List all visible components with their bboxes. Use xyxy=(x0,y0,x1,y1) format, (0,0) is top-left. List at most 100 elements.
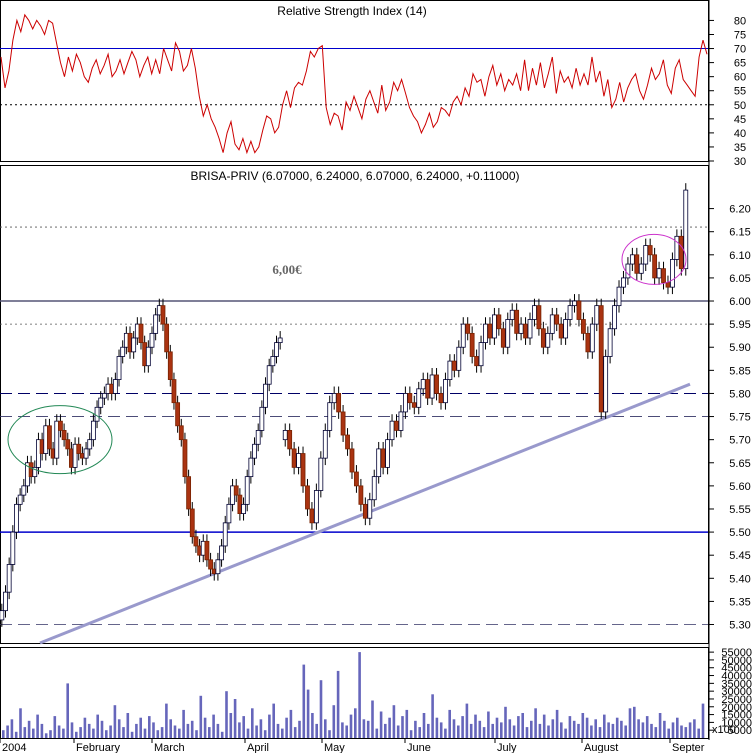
candle-b-body-14 xyxy=(345,434,350,450)
volume-bar-103 xyxy=(444,728,447,738)
volume-bar-156 xyxy=(671,722,675,738)
candle-a-body-31 xyxy=(112,379,118,394)
candle-b-body-48 xyxy=(496,314,502,330)
candle-b-body-76 xyxy=(621,277,626,288)
volume-bar-134 xyxy=(577,723,580,738)
candle-a-body-69 xyxy=(252,443,257,459)
volume-bar-63 xyxy=(272,703,275,738)
volume-bar-16 xyxy=(70,722,74,738)
price-tick-label-4: 5.50 xyxy=(729,527,750,539)
volume-bar-0 xyxy=(2,730,5,738)
rsi-tick-label-9: 75 xyxy=(734,29,746,41)
candle-a-body-62 xyxy=(226,503,232,524)
candle-a-body-61 xyxy=(222,522,228,547)
volume-bar-159 xyxy=(684,727,688,738)
volume-bar-12 xyxy=(53,716,57,738)
candle-b-body-36 xyxy=(443,379,448,404)
volume-bar-70 xyxy=(302,664,306,738)
candle-b-body-5 xyxy=(305,485,310,510)
rsi-tick-label-7: 65 xyxy=(734,58,746,70)
volume-bar-80 xyxy=(345,725,348,738)
volume-bar-82 xyxy=(354,708,357,738)
volume-bar-4 xyxy=(19,708,22,738)
price-tick-label-14: 6.00 xyxy=(729,296,750,308)
candle-b-body-29 xyxy=(411,402,417,408)
price-tick-label-6: 5.60 xyxy=(729,481,750,493)
volume-bar-95 xyxy=(409,730,413,738)
volume-bar-83 xyxy=(358,652,361,738)
candle-a-body-2 xyxy=(6,564,12,593)
candle-a-body-64 xyxy=(233,485,239,496)
volume-bar-48 xyxy=(208,727,211,738)
volume-bar-11 xyxy=(49,730,52,738)
candle-a-body-66 xyxy=(241,503,246,515)
rsi-tick-label-10: 80 xyxy=(734,15,746,27)
rsi-tick-label-6: 60 xyxy=(734,72,746,84)
candle-b-body-16 xyxy=(354,471,359,487)
volume-bar-93 xyxy=(401,716,404,738)
candle-a-body-76 xyxy=(277,337,283,344)
candle-b-body-27 xyxy=(402,393,408,413)
volume-bar-128 xyxy=(551,719,555,738)
volume-bar-122 xyxy=(525,727,529,738)
volume-bar-130 xyxy=(560,722,563,738)
candle-a-body-70 xyxy=(255,430,261,445)
volume-bar-161 xyxy=(693,719,696,738)
volume-bar-146 xyxy=(628,708,632,738)
volume-bar-109 xyxy=(469,723,473,738)
price-tick-label-18: 6.20 xyxy=(729,204,750,216)
candle-b-body-19 xyxy=(367,499,373,519)
volume-bar-123 xyxy=(530,720,533,738)
candle-b-body-8 xyxy=(318,457,324,491)
candle-b-body-22 xyxy=(380,448,386,468)
candle-a-body-24 xyxy=(87,439,93,450)
volume-bar-85 xyxy=(366,720,370,738)
volume-bar-148 xyxy=(637,719,640,738)
price-tick-label-10: 5.80 xyxy=(729,388,750,400)
volume-bar-71 xyxy=(306,689,310,738)
volume-bar-65 xyxy=(281,728,284,738)
volume-bar-114 xyxy=(491,723,494,738)
candle-b-body-15 xyxy=(349,448,355,473)
volume-bar-100 xyxy=(431,694,434,738)
candle-a-body-46 xyxy=(167,351,173,380)
volume-bar-108 xyxy=(465,703,469,738)
volume-bar-46 xyxy=(199,695,203,738)
candle-a-body-68 xyxy=(248,457,254,478)
candle-b-body-40 xyxy=(460,323,466,348)
volume-bar-145 xyxy=(624,725,627,738)
volume-bar-153 xyxy=(658,713,662,738)
volume-bar-104 xyxy=(448,709,451,738)
volume-bar-43 xyxy=(186,723,190,738)
volume-bar-113 xyxy=(487,711,490,738)
volume-bar-15 xyxy=(66,683,69,738)
volume-bar-150 xyxy=(645,716,649,738)
candle-a-body-6 xyxy=(21,485,27,496)
volume-bar-79 xyxy=(341,722,344,738)
candle-b-body-89 xyxy=(678,235,684,270)
rsi-tick-label-8: 70 xyxy=(734,44,746,56)
candle-b-body-44 xyxy=(478,342,484,367)
volume-bar-76 xyxy=(328,730,331,738)
candle-a-body-57 xyxy=(208,559,213,570)
candle-a-body-21 xyxy=(76,443,82,454)
candle-b-body-38 xyxy=(451,360,457,371)
volume-bar-125 xyxy=(538,723,542,738)
volume-bar-39 xyxy=(169,719,172,738)
volume-bar-52 xyxy=(225,691,228,738)
candle-b-body-69 xyxy=(589,323,595,353)
volume-bar-24 xyxy=(105,730,108,738)
volume-bar-45 xyxy=(195,730,198,738)
candle-a-body-13 xyxy=(47,425,52,450)
candle-b-body-78 xyxy=(629,254,635,265)
volume-bar-135 xyxy=(581,713,585,738)
x-tick-label-0: 2004 xyxy=(2,742,26,753)
volume-bar-60 xyxy=(259,719,263,738)
candle-a-body-47 xyxy=(171,379,177,404)
volume-bar-106 xyxy=(457,725,460,738)
volume-bar-96 xyxy=(414,720,417,738)
volume-bar-19 xyxy=(83,717,87,738)
candle-a-body-36 xyxy=(131,337,137,353)
volume-bar-141 xyxy=(607,722,610,738)
candle-b-body-70 xyxy=(594,305,600,325)
